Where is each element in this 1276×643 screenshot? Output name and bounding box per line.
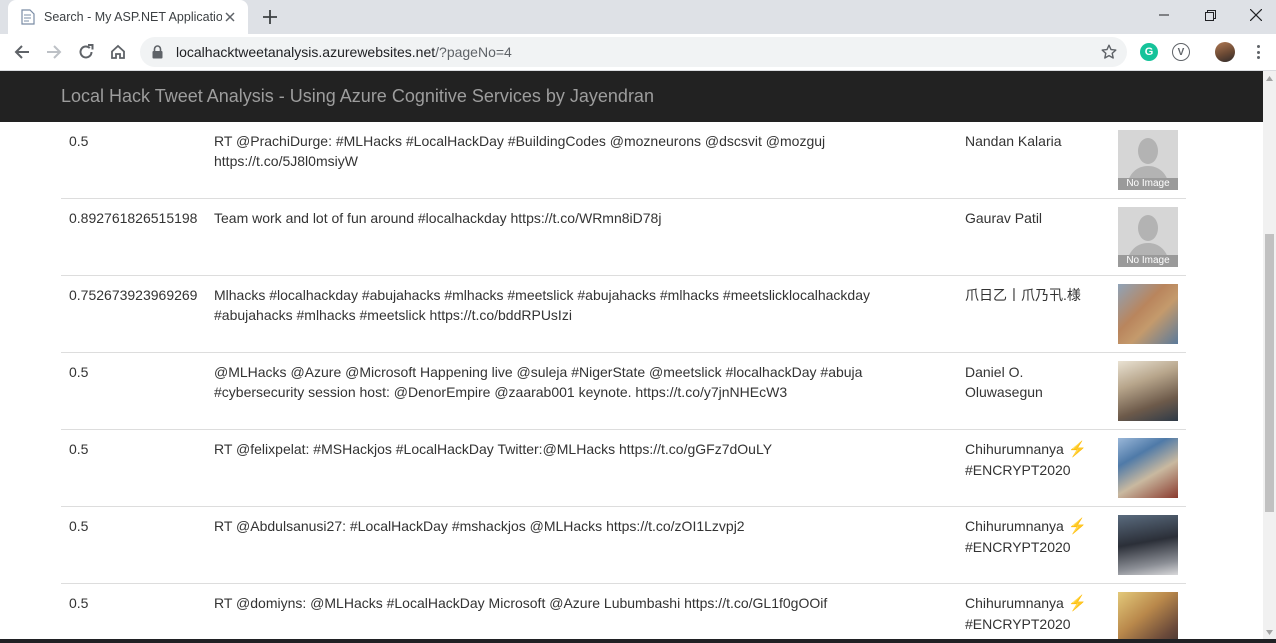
minimize-icon[interactable] [1141,0,1187,30]
lightning-icon: ⚡ [1063,595,1087,612]
user-name: Nandan Kalaria [965,133,1062,149]
tweet-user: Gaurav Patil [965,208,1105,228]
scroll-up-arrow-icon[interactable] [1263,71,1276,85]
tweet-text: RT @Abdulsanusi27: #LocalHackDay #mshack… [214,518,745,534]
taskbar-edge [0,639,1276,643]
url-text: localhacktweetanalysis.azurewebsites.net… [176,44,512,60]
home-icon[interactable] [106,40,130,64]
no-image-avatar: No Image [1118,207,1178,267]
tweet-user: Nandan Kalaria [965,131,1105,151]
user-profile-image [1118,284,1178,344]
table-row: 0.5 RT @PrachiDurge: #MLHacks #LocalHackD… [61,122,1186,199]
no-image-label: No Image [1118,178,1178,190]
sentiment-score: 0.5 [69,441,89,457]
url-path: /?pageNo=4 [435,44,512,60]
browser-tab[interactable]: Search - My ASP.NET Application [8,0,248,34]
table-row: 0.5 RT @felixpelat: #MSHackjos #LocalHack… [61,430,1186,507]
forward-icon[interactable] [42,40,66,64]
tweet-text: RT @felixpelat: #MSHackjos #LocalHackDay… [214,441,773,457]
browser-tabstrip: Search - My ASP.NET Application [0,0,1276,34]
sentiment-score: 0.752673923969269 [69,287,198,303]
tweet-user: Daniel O. Oluwasegun [965,362,1105,402]
tweet-text: RT @domiyns: @MLHacks #LocalHackDay Micr… [214,595,828,611]
address-bar[interactable]: localhacktweetanalysis.azurewebsites.net… [140,37,1127,67]
menu-icon[interactable] [1250,43,1266,61]
sentiment-score: 0.5 [69,518,89,534]
tweet-text: Team work and lot of fun around #localha… [214,210,662,226]
tab-title: Search - My ASP.NET Application [44,10,222,24]
user-name: Gaurav Patil [965,210,1043,226]
tweet-user: Chihurumnanya ⚡ #ENCRYPT2020 [965,516,1105,557]
scroll-down-arrow-icon[interactable] [1263,625,1276,639]
vivaldi-icon[interactable]: V [1172,43,1190,61]
user-tag: #ENCRYPT2020 [965,616,1071,632]
user-profile-image [1118,592,1178,639]
table-row: 0.892761826515198 Team work and lot of fu… [61,199,1186,276]
file-icon [20,9,36,25]
site-navbar: Local Hack Tweet Analysis - Using Azure … [0,71,1263,122]
user-tag: #ENCRYPT2020 [965,539,1071,555]
site-brand[interactable]: Local Hack Tweet Analysis - Using Azure … [61,86,654,107]
restore-icon[interactable] [1187,0,1233,30]
table-row: 0.752673923969269 Mlhacks #localhackday #… [61,276,1186,353]
no-image-label: No Image [1118,255,1178,267]
sentiment-score: 0.5 [69,364,89,380]
grammarly-icon[interactable]: G [1140,43,1158,61]
table-row: 0.5 RT @Abdulsanusi27: #LocalHackDay #msh… [61,507,1186,584]
table-row: 0.5 RT @domiyns: @MLHacks #LocalHackDay M… [61,584,1186,639]
user-profile-image [1118,515,1178,575]
plus-icon[interactable] [258,6,282,28]
tweet-user: Chihurumnanya ⚡ #ENCRYPT2020 [965,593,1105,634]
page-viewport: Local Hack Tweet Analysis - Using Azure … [0,71,1263,639]
user-profile-image [1118,438,1178,498]
browser-toolbar: localhacktweetanalysis.azurewebsites.net… [0,34,1276,71]
tweet-text: Mlhacks #localhackday #abujahacks #mlhac… [214,287,870,323]
sentiment-score: 0.5 [69,133,89,149]
reload-icon[interactable] [74,40,98,64]
user-name: Chihurumnanya [965,441,1064,457]
profile-avatar[interactable] [1215,42,1235,62]
tweet-text: @MLHacks @Azure @Microsoft Happening liv… [214,364,863,400]
window-close-icon[interactable] [1233,0,1276,30]
no-image-avatar: No Image [1118,130,1178,190]
page-scrollbar[interactable] [1263,71,1276,639]
lightning-icon: ⚡ [1063,441,1087,458]
star-icon[interactable] [1101,44,1117,60]
tweet-text: RT @PrachiDurge: #MLHacks #LocalHackDay … [214,133,826,169]
scrollbar-thumb[interactable] [1265,234,1274,512]
url-host: localhacktweetanalysis.azurewebsites.net [176,44,436,60]
user-name: 爪日乙丨爪乃卂.様 [965,287,1081,303]
sentiment-score: 0.5 [69,595,89,611]
tweet-user: 爪日乙丨爪乃卂.様 [965,285,1105,305]
user-profile-image [1118,361,1178,421]
user-tag: #ENCRYPT2020 [965,462,1071,478]
sentiment-score: 0.892761826515198 [69,210,198,226]
tweet-user: Chihurumnanya ⚡ #ENCRYPT2020 [965,439,1105,480]
table-row: 0.5 @MLHacks @Azure @Microsoft Happening … [61,353,1186,430]
user-name: Chihurumnanya [965,518,1064,534]
lightning-icon: ⚡ [1063,518,1087,535]
lock-icon[interactable] [152,45,166,59]
back-icon[interactable] [10,40,34,64]
close-icon[interactable] [222,9,238,25]
user-name: Daniel O. Oluwasegun [965,364,1043,400]
user-name: Chihurumnanya [965,595,1064,611]
